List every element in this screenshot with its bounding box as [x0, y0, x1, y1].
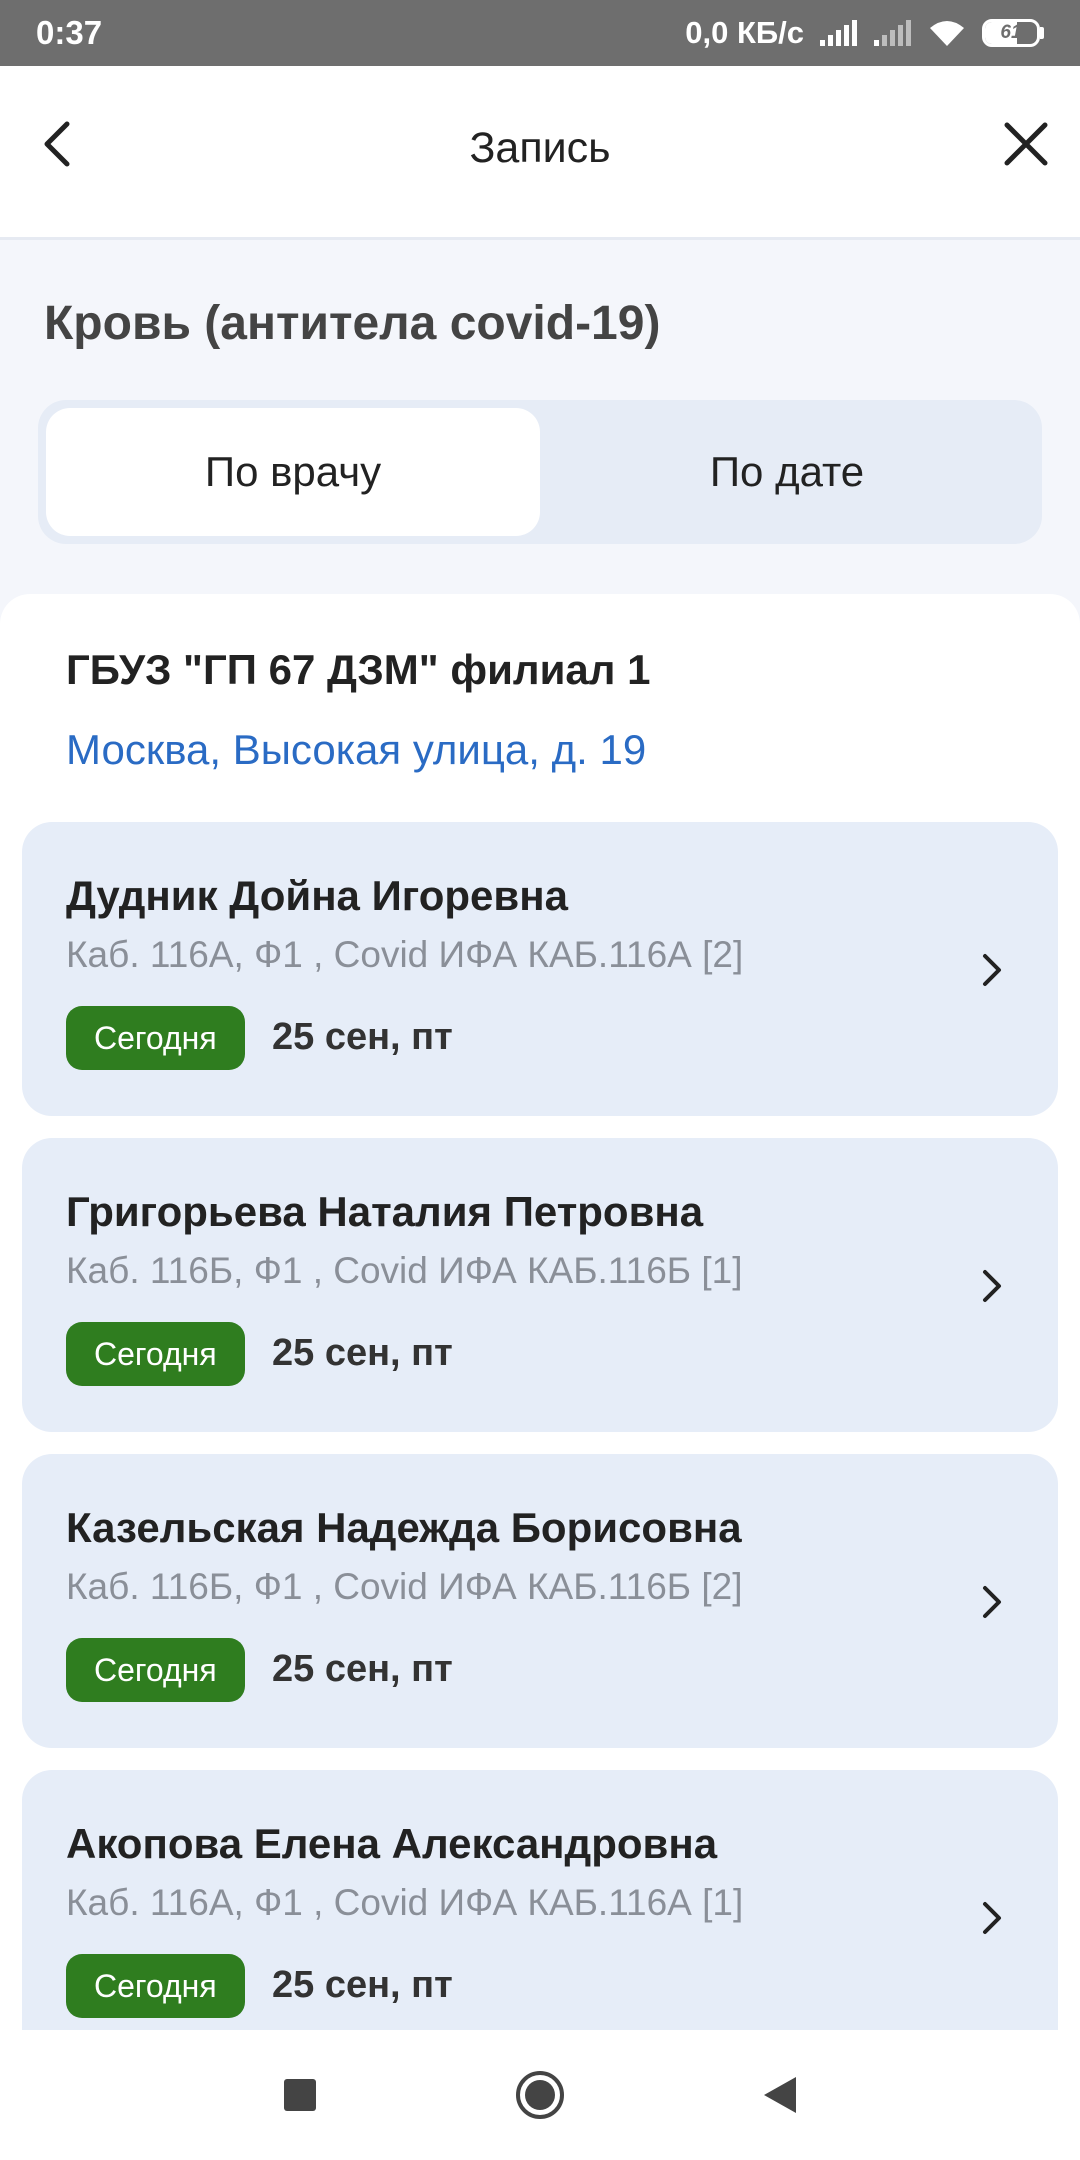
today-badge: Сегодня	[66, 1322, 245, 1386]
chevron-right-icon	[972, 1578, 1012, 1626]
close-button[interactable]	[998, 116, 1054, 172]
tab-by-date[interactable]: По дате	[540, 408, 1034, 536]
clinic-section: ГБУЗ "ГП 67 ДЗМ" филиал 1 Москва, Высока…	[0, 594, 1080, 2030]
square-icon	[284, 2079, 316, 2111]
clinic-name: ГБУЗ "ГП 67 ДЗМ" филиал 1	[66, 646, 651, 693]
doctor-list: Дудник Дойна Игоревна Каб. 116А, Ф1 , Co…	[22, 822, 1058, 2030]
doctor-room: Каб. 116А, Ф1 , Covid ИФА КАБ.116А [2]	[66, 934, 744, 975]
doctor-room: Каб. 116А, Ф1 , Covid ИФА КАБ.116А [1]	[66, 1882, 744, 1923]
chevron-right-icon	[972, 1894, 1012, 1942]
view-mode-switch: По врачу По дате	[38, 400, 1042, 544]
doctor-card[interactable]: Акопова Елена Александровна Каб. 116А, Ф…	[22, 1770, 1058, 2030]
signal-2-icon	[872, 18, 912, 48]
signal-icon	[818, 18, 858, 48]
doctor-room: Каб. 116Б, Ф1 , Covid ИФА КАБ.116Б [1]	[66, 1250, 743, 1291]
doctor-card[interactable]: Григорьева Наталия Петровна Каб. 116Б, Ф…	[22, 1138, 1058, 1432]
doctor-card[interactable]: Казельская Надежда Борисовна Каб. 116Б, …	[22, 1454, 1058, 1748]
today-badge: Сегодня	[66, 1006, 245, 1070]
slot-date: 25 сен, пт	[272, 1016, 453, 1058]
chevron-right-icon	[972, 1262, 1012, 1310]
back-nav-button[interactable]	[748, 2063, 812, 2127]
system-nav-bar	[0, 2030, 1080, 2160]
battery-icon: 61	[982, 19, 1044, 47]
slot-date: 25 сен, пт	[272, 1964, 453, 2006]
status-indicators: 0,0 КБ/с 61	[685, 15, 1044, 51]
status-time: 0:37	[36, 14, 103, 51]
slot-date: 25 сен, пт	[272, 1648, 453, 1690]
doctor-name: Казельская Надежда Борисовна	[66, 1504, 742, 1551]
page-title: Запись	[469, 124, 611, 172]
chevron-right-icon	[972, 946, 1012, 994]
recents-button[interactable]	[268, 2063, 332, 2127]
status-bar: 0:37 0,0 КБ/с 61	[0, 0, 1080, 66]
close-icon	[1004, 122, 1048, 166]
home-button[interactable]	[508, 2063, 572, 2127]
wifi-icon	[926, 18, 968, 48]
clinic-address-link[interactable]: Москва, Высокая улица, д. 19	[66, 726, 646, 774]
triangle-back-icon	[764, 2077, 796, 2113]
today-badge: Сегодня	[66, 1638, 245, 1702]
app-header: Запись	[0, 66, 1080, 240]
doctor-name: Григорьева Наталия Петровна	[66, 1188, 704, 1235]
service-title: Кровь (антитела covid-19)	[44, 297, 661, 350]
battery-percent: 61	[1000, 22, 1022, 43]
doctor-card[interactable]: Дудник Дойна Игоревна Каб. 116А, Ф1 , Co…	[22, 822, 1058, 1116]
circle-icon	[516, 2071, 564, 2119]
tab-by-doctor[interactable]: По врачу	[46, 408, 540, 536]
doctor-room: Каб. 116Б, Ф1 , Covid ИФА КАБ.116Б [2]	[66, 1566, 743, 1607]
doctor-name: Акопова Елена Александровна	[66, 1820, 718, 1867]
today-badge: Сегодня	[66, 1954, 245, 2018]
slot-date: 25 сен, пт	[272, 1332, 453, 1374]
doctor-name: Дудник Дойна Игоревна	[66, 872, 568, 919]
network-speed: 0,0 КБ/с	[685, 15, 804, 50]
